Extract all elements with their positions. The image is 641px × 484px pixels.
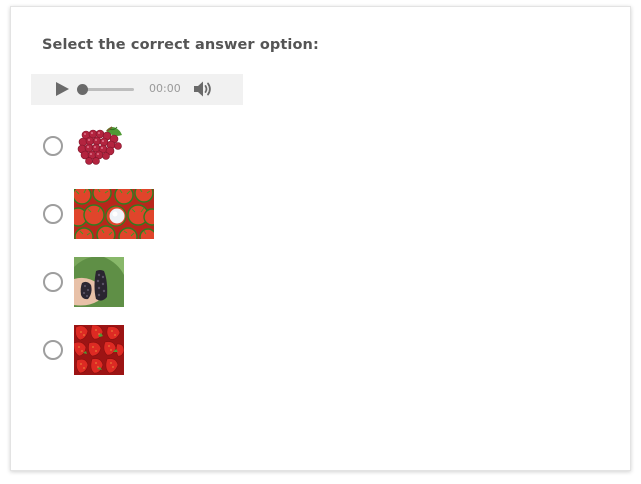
- audio-progress-bar[interactable]: [77, 84, 134, 95]
- question-prompt: Select the correct answer option:: [42, 37, 319, 53]
- audio-player: 00:00: [31, 74, 243, 105]
- radio-button[interactable]: [43, 272, 63, 292]
- answer-option-4[interactable]: [41, 325, 181, 375]
- question-card: Select the correct answer option: 00:00: [10, 6, 631, 471]
- red-grapes-image: [77, 126, 122, 165]
- answer-option-1[interactable]: [41, 121, 181, 171]
- answer-option-2[interactable]: [41, 189, 181, 239]
- blackberries-image: [74, 257, 124, 307]
- answer-option-3[interactable]: [41, 257, 181, 307]
- volume-icon[interactable]: [192, 79, 214, 99]
- audio-time: 00:00: [149, 82, 181, 95]
- radio-button[interactable]: [43, 340, 63, 360]
- play-icon[interactable]: [56, 82, 69, 96]
- rambutan-image: [74, 189, 154, 239]
- audio-progress-knob[interactable]: [77, 84, 88, 95]
- radio-button[interactable]: [43, 136, 63, 156]
- radio-button[interactable]: [43, 204, 63, 224]
- strawberries-image: [74, 325, 124, 375]
